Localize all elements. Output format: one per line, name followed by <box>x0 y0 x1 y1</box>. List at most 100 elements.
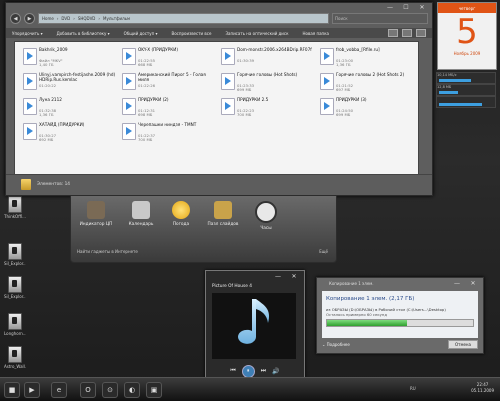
copy-dialog: Копирование 1 элем. — ✕ Копирование 1 эл… <box>316 277 484 354</box>
file-item[interactable]: Ulinyj.vampirch-festijashe.2009 (hd) HDR… <box>23 71 118 91</box>
file-icon <box>8 346 22 363</box>
calendar-gadget[interactable]: четверг 5 Ноябрь 2009 <box>437 2 497 70</box>
clock-icon <box>255 201 277 223</box>
gadget-calendar[interactable]: Календарь <box>122 201 160 227</box>
file-item[interactable]: Черепашки ниндзя - TMNT 01:22:37 700 МБ <box>122 121 217 142</box>
share-button[interactable]: Общий доступ ▾ <box>124 31 158 36</box>
progress-bar <box>326 319 474 327</box>
file-item[interactable]: Горячие головы 2 (Hot Shots 2) 01:21:52 69… <box>320 71 415 92</box>
maximize-button[interactable]: ☐ <box>398 3 414 11</box>
file-item[interactable]: Луна 2112 01:32:38 1,36 ГБ <box>23 96 118 117</box>
desktop-icon[interactable]: ThinkOffl... <box>4 196 26 219</box>
opera-taskbar-button[interactable]: O <box>80 382 96 398</box>
day-number: 5 <box>456 12 478 52</box>
video-file-icon <box>23 73 37 90</box>
file-size: 698 МБ <box>138 112 153 117</box>
video-file-icon <box>23 98 37 115</box>
breadcrumb[interactable]: Мультфильм <box>103 16 130 21</box>
details-toggle[interactable]: Подробнее <box>327 342 350 347</box>
app-taskbar-button[interactable]: ◐ <box>124 382 140 398</box>
file-name: Черепашки ниндзя - TMNT <box>138 122 197 127</box>
gadget-weather[interactable]: Погода <box>162 201 200 227</box>
file-name: ХАТАЙД (ПРИДУРКИ) <box>39 122 85 127</box>
preview-pane-icon[interactable] <box>402 29 412 37</box>
find-gadgets-link[interactable]: Найти гаджеты в Интернете <box>77 249 138 254</box>
close-button[interactable]: ✕ <box>465 279 481 287</box>
desktop-icon[interactable]: Sil_Explor... <box>4 243 26 266</box>
help-icon[interactable] <box>416 29 426 37</box>
file-size: 668 МБ <box>138 62 153 67</box>
burn-button[interactable]: Записать на оптический диск <box>225 31 288 36</box>
file-size: 700 МБ <box>138 137 153 142</box>
add-to-library-button[interactable]: Добавить в библиотеку ▾ <box>57 31 110 36</box>
close-button[interactable]: ✕ <box>286 272 302 280</box>
next-button[interactable]: ⏭ <box>261 367 266 375</box>
file-size: 1,36 ГБ <box>336 62 351 67</box>
minimize-button[interactable]: — <box>382 3 398 11</box>
more-link[interactable]: Ещё <box>319 249 328 254</box>
file-name: frob_vobba_[Rfile.ru] <box>336 47 380 52</box>
previous-button[interactable]: ⏮ <box>230 367 235 375</box>
meter-bar <box>439 103 483 106</box>
close-button[interactable]: ✕ <box>414 3 430 11</box>
file-icon <box>8 196 22 213</box>
breadcrumb[interactable]: DVD <box>61 16 70 21</box>
file-name: ПРИДУРКИ 2.5 <box>237 97 269 102</box>
browser-taskbar-button[interactable]: e <box>51 382 67 398</box>
dialog-footer: ⌄ Подробнее Отмена <box>322 339 478 350</box>
start-button[interactable]: ■ <box>4 382 20 398</box>
desktop-icon[interactable]: Sil_Explor... <box>4 276 26 299</box>
clock[interactable]: 22:47 05.11.2009 <box>471 382 494 394</box>
cancel-button[interactable]: Отмена <box>447 340 478 349</box>
weather-icon <box>172 201 190 219</box>
video-file-icon <box>122 123 136 140</box>
view-icon[interactable] <box>388 29 398 37</box>
breadcrumb[interactable]: Home <box>42 16 54 21</box>
address-bar[interactable]: Home › DVD › SHQDVD › Мультфильм <box>38 13 329 24</box>
gadget-slide-puzzle[interactable]: Пазл слайдов <box>204 201 242 227</box>
file-item[interactable]: ПРИДУРКИ 2.5 01:22:23 700 МБ <box>221 96 316 117</box>
file-name: Луна 2112 <box>39 97 62 102</box>
folder-icon <box>21 179 31 190</box>
video-file-icon <box>320 73 334 90</box>
pause-button[interactable]: ⏸ <box>241 364 255 378</box>
app-taskbar-button[interactable]: ⊙ <box>102 382 118 398</box>
organize-button[interactable]: Упорядочить ▾ <box>12 31 43 36</box>
file-item[interactable]: ПРИДУРКИ (2) 01:12:31 698 МБ <box>122 96 217 117</box>
play-all-button[interactable]: Воспроизвести все <box>171 31 211 36</box>
file-duration: 01:20:22 <box>39 83 57 88</box>
chevron-down-icon[interactable]: ⌄ <box>322 342 325 347</box>
file-item[interactable]: OKY-X (ПРИДУРКИ) 01:22:55 668 МБ <box>122 46 217 67</box>
file-item[interactable]: ХАТАЙД (ПРИДУРКИ) 01:30:27 692 МБ <box>23 121 118 142</box>
new-folder-button[interactable]: Новая папка <box>303 31 330 36</box>
copy-heading: Копирование 1 элем. (2,17 ГБ) <box>326 296 415 302</box>
taskbar: ■ ▶ e O ⊙ ◐ ▣ RU 22:47 05.11.2009 <box>0 377 500 401</box>
language-indicator[interactable]: RU <box>410 386 416 391</box>
file-item[interactable]: ПРИДУРКИ (3) 01:24:50 699 МБ <box>320 96 415 117</box>
file-name: OKY-X (ПРИДУРКИ) <box>138 47 178 52</box>
media-taskbar-button[interactable]: ▶ <box>24 382 40 398</box>
file-name: ПРИДУРКИ (3) <box>336 97 367 102</box>
app-taskbar-button[interactable]: ▣ <box>146 382 162 398</box>
file-item[interactable]: frob_vobba_[Rfile.ru] 01:23:00 1,36 ГБ <box>320 46 415 67</box>
minimize-button[interactable]: — <box>270 272 286 280</box>
search-input[interactable]: Поиск <box>332 13 428 24</box>
breadcrumb[interactable]: SHQDVD <box>78 16 96 21</box>
file-item[interactable]: Американский Пирог 5 - Голая миля 01:22:2… <box>122 71 217 91</box>
title-bar[interactable]: — ☐ ✕ <box>6 3 432 12</box>
file-item[interactable]: Горячие головы (Hot Shots) 01:23:33 699 МБ <box>221 71 316 92</box>
volume-button[interactable]: 🔊 <box>272 368 279 375</box>
gadget-clock[interactable]: Часы <box>247 201 285 231</box>
file-duration: 01:30:39 <box>237 58 255 63</box>
file-item[interactable]: Bakhrik_2009 Файл "MKV" 1,40 ГБ <box>23 46 118 67</box>
address-row: ◀ ▶ Home › DVD › SHQDVD › Мультфильм Поиск <box>10 13 428 24</box>
minimize-button[interactable]: — <box>449 279 465 287</box>
meter-bar <box>439 79 472 82</box>
file-item[interactable]: Dom-monstr.2006.x264BDrip.RF07f 01:30:39 <box>221 46 316 66</box>
forward-button[interactable]: ▶ <box>24 13 35 24</box>
desktop-icon[interactable]: Astro_Wall... <box>4 346 26 369</box>
player-controls: ⏮ ⏸ ⏭ 🔊 <box>206 364 304 378</box>
gadget-cpu-meter[interactable]: Индикатор ЦП <box>77 201 115 227</box>
back-button[interactable]: ◀ <box>10 13 21 24</box>
desktop-icon[interactable]: Longhorn... <box>4 313 26 336</box>
